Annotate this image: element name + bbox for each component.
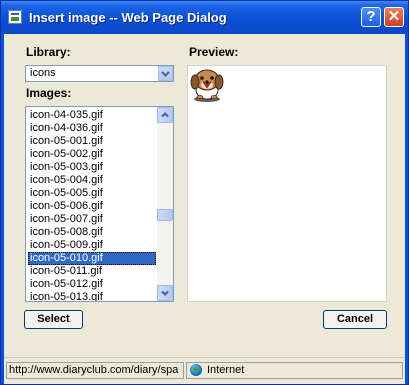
dialog-window: Insert image -- Web Page Dialog ? ✕ Libr… [0, 0, 409, 385]
images-listbox[interactable]: icon-04-035.gif icon-04-036.gif icon-05-… [25, 106, 174, 302]
status-bar: http://www.diaryclub.com/diary/spa Inter… [4, 357, 405, 384]
list-item[interactable]: icon-05-007.gif [28, 213, 156, 226]
list-item[interactable]: icon-05-006.gif [28, 200, 156, 213]
select-button[interactable]: Select [24, 310, 83, 329]
globe-icon [190, 364, 202, 376]
list-item[interactable]: icon-05-012.gif [28, 278, 156, 291]
chevron-down-icon [161, 290, 169, 296]
scrollbar-thumb[interactable] [157, 209, 173, 221]
scroll-up-button[interactable] [157, 107, 173, 123]
list-item[interactable]: icon-04-036.gif [28, 122, 156, 135]
close-button[interactable]: ✕ [384, 7, 404, 27]
list-item[interactable]: icon-05-003.gif [28, 161, 156, 174]
window-title: Insert image -- Web Page Dialog [29, 10, 227, 25]
puppy-icon [190, 69, 224, 102]
list-item[interactable]: icon-05-004.gif [28, 174, 156, 187]
dialog-app-icon [8, 10, 22, 24]
list-item[interactable]: icon-05-002.gif [28, 148, 156, 161]
security-zone: Internet [186, 362, 403, 379]
chevron-down-icon[interactable] [158, 66, 173, 81]
list-item[interactable]: icon-05-013.gif [28, 291, 156, 301]
list-item[interactable]: icon-05-009.gif [28, 239, 156, 252]
zone-label: Internet [207, 364, 245, 376]
library-select-value: icons [30, 67, 56, 79]
cancel-button[interactable]: Cancel [323, 310, 387, 329]
list-item[interactable]: icon-05-001.gif [28, 135, 156, 148]
list-item[interactable]: icon-05-011.gif [28, 265, 156, 278]
list-item[interactable]: icon-05-008.gif [28, 226, 156, 239]
preview-label: Preview: [189, 45, 239, 59]
list-item[interactable]: icon-05-005.gif [28, 187, 156, 200]
list-item-selected[interactable]: icon-05-010.gif [28, 252, 156, 265]
vertical-scrollbar[interactable] [157, 107, 173, 301]
dialog-body: Library: icons Images: icon-04-035.gif i… [4, 34, 405, 357]
title-bar[interactable]: Insert image -- Web Page Dialog ? ✕ [1, 1, 408, 34]
scroll-down-button[interactable] [157, 285, 173, 301]
help-button[interactable]: ? [361, 7, 381, 27]
preview-pane [187, 65, 387, 302]
images-label: Images: [26, 86, 72, 100]
library-select[interactable]: icons [25, 65, 174, 82]
chevron-up-icon [161, 112, 169, 118]
list-item[interactable]: icon-04-035.gif [28, 109, 156, 122]
status-url: http://www.diaryclub.com/diary/spa [6, 362, 184, 379]
library-label: Library: [26, 45, 71, 59]
